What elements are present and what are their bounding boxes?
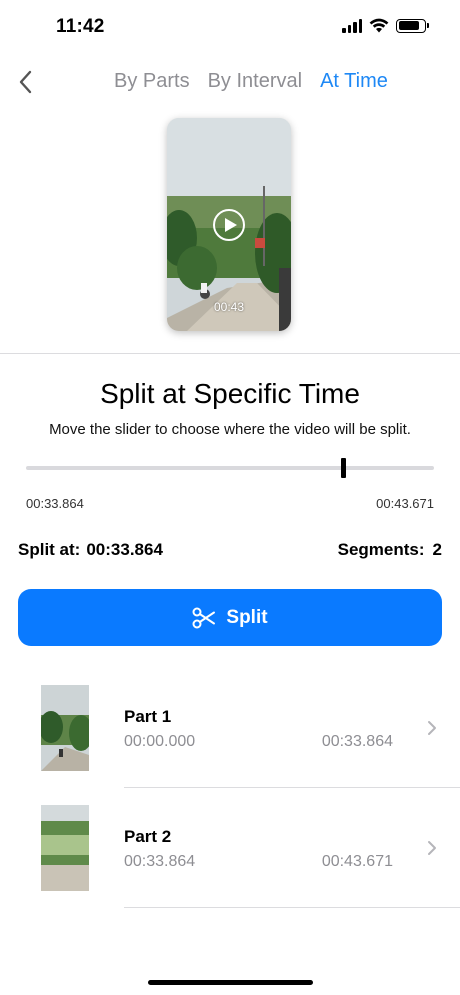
slider-start-time: 00:33.864 [26,496,84,511]
part-name: Part 2 [124,827,172,846]
cellular-signal-icon [342,18,362,33]
part-start-time: 00:00.000 [124,733,196,750]
segments-value: 2 [432,540,442,559]
tab-at-time[interactable]: At Time [320,70,388,93]
status-icons [342,18,429,33]
section-title: Split at Specific Time [100,378,360,409]
split-button-label: Split [226,606,268,628]
split-button[interactable]: Split [18,589,442,646]
section-divider [0,353,460,354]
tab-by-interval[interactable]: By Interval [208,70,302,93]
part-end-time: 00:33.864 [321,733,393,750]
slider-track [26,466,434,470]
list-item-part-1[interactable]: Part 1 00:00.000 00:33.864 [0,668,460,788]
chevron-right-icon [428,721,436,735]
status-bar: 11:42 [0,0,460,56]
navigation-bar: By Parts By Interval At Time [0,62,460,102]
list-item-part-2[interactable]: Part 2 00:33.864 00:43.671 [0,788,460,908]
part-name: Part 1 [124,707,172,726]
segments-label: Segments: [337,540,425,559]
chevron-right-icon [428,841,436,855]
battery-icon [396,18,429,33]
slider-thumb[interactable] [341,458,347,478]
split-time-slider[interactable] [26,458,434,478]
part-thumbnail [41,685,89,771]
scissors-icon [192,607,216,628]
video-duration: 00:43 [213,300,245,314]
split-at-label: Split at: [18,540,81,559]
section-subtitle: Move the slider to choose where the vide… [49,421,411,438]
part-thumbnail [41,805,89,891]
part-end-time: 00:43.671 [321,853,393,870]
status-time: 11:42 [56,16,105,37]
row-divider [124,907,460,908]
tab-by-parts[interactable]: By Parts [114,70,190,93]
wifi-icon [369,18,389,33]
back-chevron-icon[interactable] [14,68,40,96]
play-button[interactable] [213,209,245,241]
split-at-value: 00:33.864 [86,540,163,559]
split-at-info: Split at: 00:33.864 [18,540,163,560]
slider-end-time: 00:43.671 [376,496,434,511]
part-start-time: 00:33.864 [124,853,196,870]
video-preview[interactable]: 00:43 [167,118,291,331]
home-indicator [148,980,313,985]
mode-tabs: By Parts By Interval At Time [114,70,388,93]
segments-info: Segments: 2 [338,540,442,560]
